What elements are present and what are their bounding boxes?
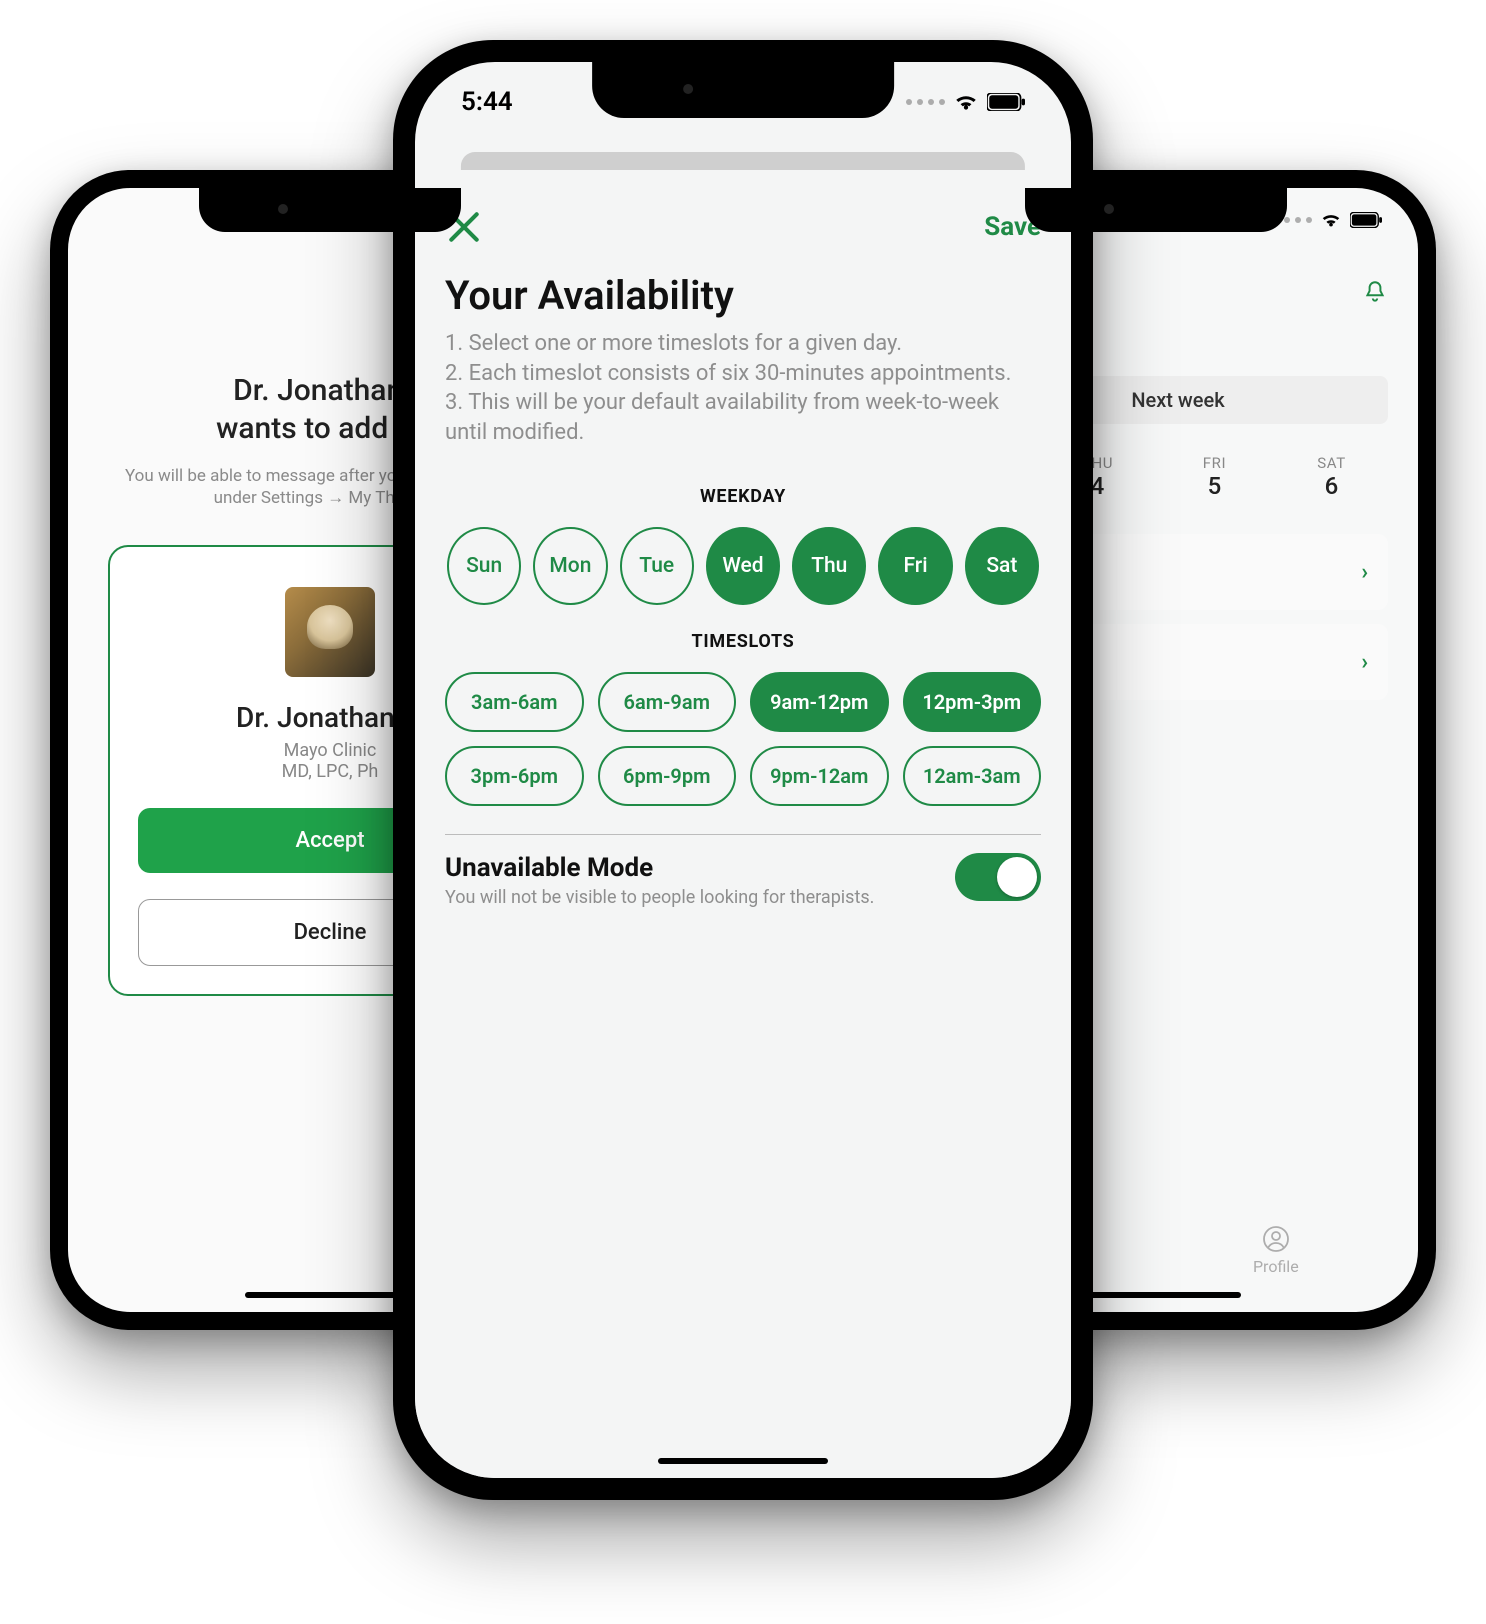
day-sat[interactable]: Sat — [965, 527, 1039, 605]
avatar — [285, 587, 375, 677]
desc-line-1: 1. Select one or more timeslots for a gi… — [445, 329, 1041, 359]
sheet-description: 1. Select one or more timeslots for a gi… — [445, 329, 1041, 448]
wifi-icon — [1320, 211, 1342, 229]
divider — [445, 834, 1041, 835]
desc-line-3: 3. This will be your default availabilit… — [445, 388, 1041, 447]
timeslot-row-2: 3pm-6pm 6pm-9pm 9pm-12am 12am-3am — [445, 746, 1041, 806]
unavailable-toggle[interactable] — [955, 853, 1041, 901]
signal-dots-icon — [906, 99, 945, 105]
weekday-heading: WEEKDAY — [445, 486, 1041, 507]
day-tue[interactable]: Tue — [620, 527, 694, 605]
sheet-title: Your Availability — [445, 272, 1041, 319]
day-wed[interactable]: Wed — [706, 527, 780, 605]
home-indicator — [658, 1458, 828, 1464]
chevron-right-icon: › — [1361, 560, 1368, 585]
slot-6pm-9pm[interactable]: 6pm-9pm — [598, 746, 737, 806]
tab-label: Profile — [1253, 1257, 1299, 1276]
slot-9pm-12am[interactable]: 9pm-12am — [750, 746, 889, 806]
status-time: 5:44 — [461, 87, 513, 117]
unavailable-subtitle: You will not be visible to people lookin… — [445, 887, 874, 908]
notch — [199, 188, 461, 232]
day-number: 5 — [1158, 472, 1271, 500]
timeslots-heading: TIMESLOTS — [445, 631, 1041, 652]
notch — [592, 62, 894, 118]
weekday-row: Sun Mon Tue Wed Thu Fri Sat — [445, 527, 1041, 605]
unavailable-title: Unavailable Mode — [445, 853, 874, 883]
profile-icon — [1262, 1225, 1290, 1253]
timeslot-row-1: 3am-6am 6am-9am 9am-12pm 12pm-3pm — [445, 672, 1041, 732]
home-indicator — [245, 1292, 415, 1298]
battery-icon — [987, 93, 1025, 111]
toggle-knob — [997, 857, 1037, 897]
day-label: SAT — [1275, 454, 1388, 472]
day-cell-sat[interactable]: SAT 6 — [1275, 446, 1388, 512]
day-number: 6 — [1275, 472, 1388, 500]
status-icons — [906, 92, 1025, 112]
day-mon[interactable]: Mon — [533, 527, 607, 605]
sheet-grab-indicator — [461, 152, 1025, 170]
notch — [1025, 188, 1287, 232]
home-indicator — [1071, 1292, 1241, 1298]
battery-icon — [1350, 212, 1382, 228]
availability-sheet: Save Your Availability 1. Select one or … — [415, 178, 1071, 1478]
tab-profile[interactable]: Profile — [1253, 1225, 1299, 1276]
slot-12pm-3pm[interactable]: 12pm-3pm — [903, 672, 1042, 732]
slot-12am-3am[interactable]: 12am-3am — [903, 746, 1042, 806]
day-sun[interactable]: Sun — [447, 527, 521, 605]
chevron-right-icon: › — [1361, 650, 1368, 675]
day-fri[interactable]: Fri — [878, 527, 952, 605]
day-cell-fri[interactable]: FRI 5 — [1158, 446, 1271, 512]
day-label: FRI — [1158, 454, 1271, 472]
phone-center: 5:44 Save Your Availability 1. Select on… — [393, 40, 1093, 1500]
slot-6am-9am[interactable]: 6am-9am — [598, 672, 737, 732]
desc-line-2: 2. Each timeslot consists of six 30-minu… — [445, 359, 1041, 389]
wifi-icon — [953, 92, 979, 112]
day-thu[interactable]: Thu — [792, 527, 866, 605]
slot-3am-6am[interactable]: 3am-6am — [445, 672, 584, 732]
slot-9am-12pm[interactable]: 9am-12pm — [750, 672, 889, 732]
slot-3pm-6pm[interactable]: 3pm-6pm — [445, 746, 584, 806]
bell-icon[interactable] — [1362, 279, 1388, 305]
status-icons — [1273, 211, 1382, 229]
